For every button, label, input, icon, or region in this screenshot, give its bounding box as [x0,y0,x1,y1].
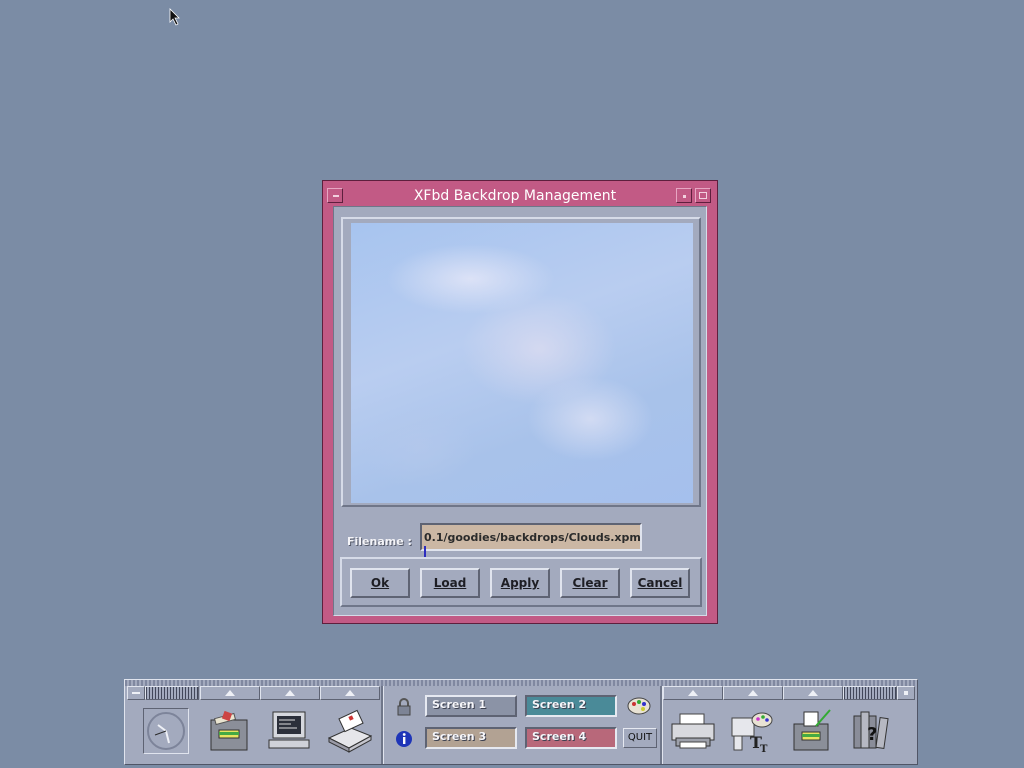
mail-icon [327,709,373,753]
minimize-button[interactable] [676,188,692,203]
mail-button[interactable] [325,708,375,754]
svg-text:T: T [760,744,768,754]
printer-icon [671,713,715,749]
palette-icon [627,697,651,715]
text-editor-button[interactable] [788,708,838,754]
load-button[interactable]: Load [420,568,480,598]
subpanel-arrow-files[interactable] [200,686,260,700]
apply-button[interactable]: Apply [490,568,550,598]
filename-value: 0.1/goodies/backdrops/Clouds.xpm [424,531,641,544]
workspace-screen-1[interactable]: Screen 1 [425,695,517,717]
window-title: XFbd Backdrop Management [413,188,617,204]
subpanel-arrow-editor[interactable] [783,686,843,700]
style-manager-button[interactable] [627,696,651,716]
window-menu-button[interactable] [327,188,343,203]
panel-divider-right [660,686,663,764]
dialog-body: Filename : 0.1/goodies/backdrops/Clouds.… [333,206,707,616]
printer-button[interactable] [668,708,718,754]
front-panel: Screen 1 Screen 2 Screen 3 Screen 4 QUIT [124,679,918,765]
font-style-icon: T T [731,712,773,755]
subpanel-arrow-fonts[interactable] [723,686,783,700]
backdrop-dialog: XFbd Backdrop Management Filename : 0.1/… [322,180,718,624]
editor-icon [793,709,831,751]
preview-frame [341,217,701,507]
filename-label: Filename : [347,535,412,548]
clock-button[interactable] [143,708,189,754]
workspace-screen-4[interactable]: Screen 4 [525,727,617,749]
subpanel-arrow-printer[interactable] [663,686,723,700]
help-button[interactable] [395,730,413,748]
panel-menu-button[interactable] [127,686,145,700]
svg-text:?: ? [867,724,877,745]
font-style-button[interactable]: T T [728,708,778,755]
file-manager-button[interactable] [205,708,255,754]
lock-button[interactable] [395,698,413,716]
panel-grip[interactable] [145,686,199,700]
ok-button[interactable]: Ok [350,568,410,598]
quit-button[interactable]: QUIT [623,728,657,748]
lock-icon [397,698,411,716]
panel-minimize-button[interactable] [897,686,915,700]
help-books-icon: ? [853,711,889,749]
mouse-pointer-icon [169,8,180,26]
maximize-button[interactable] [695,188,711,203]
info-icon [396,731,412,747]
panel-divider-left [381,686,384,764]
workspace-screen-3[interactable]: Screen 3 [425,727,517,749]
backdrop-preview [351,223,693,503]
terminal-button[interactable] [265,708,315,754]
workspace-screen-2[interactable]: Screen 2 [525,695,617,717]
subpanel-arrow-mail[interactable] [320,686,380,700]
help-manager-button[interactable]: ? [848,708,898,754]
file-manager-icon [210,710,248,751]
filename-input[interactable]: 0.1/goodies/backdrops/Clouds.xpm [420,523,642,559]
clear-button[interactable]: Clear [560,568,620,598]
button-row: Ok Load Apply Clear Cancel [340,557,702,607]
cancel-button[interactable]: Cancel [630,568,690,598]
terminal-icon [268,711,310,749]
clock-icon [147,712,185,750]
subpanel-arrow-terminal[interactable] [260,686,320,700]
panel-grip-right[interactable] [843,686,897,700]
title-bar[interactable]: XFbd Backdrop Management [327,186,713,206]
